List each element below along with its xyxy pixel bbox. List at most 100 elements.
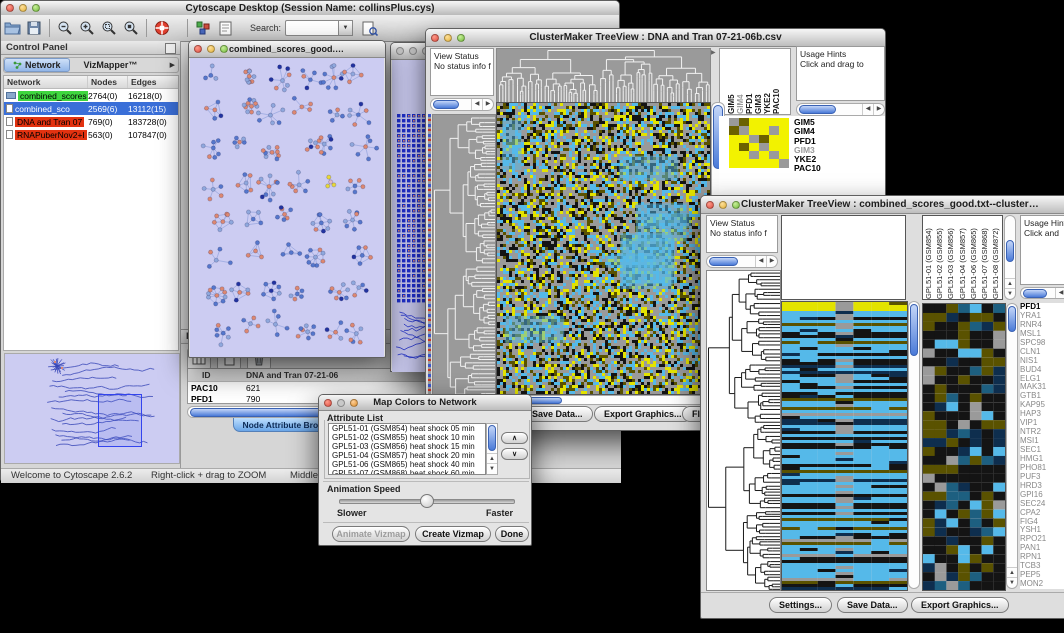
treeview2-titlebar[interactable]: ClusterMaker TreeView : combined_scores_… — [701, 196, 1064, 214]
matrix-cell[interactable] — [739, 151, 749, 159]
scroll-thumb[interactable] — [488, 425, 496, 451]
matrix-cell[interactable] — [739, 135, 749, 143]
matrix-cell[interactable] — [749, 151, 759, 159]
zoom-window-icon[interactable] — [32, 4, 40, 12]
tv1-status-hscrollbar[interactable]: ◀ ▶ — [430, 98, 494, 111]
slider-thumb[interactable] — [420, 494, 434, 508]
tv2-row-dendrogram[interactable] — [706, 270, 781, 591]
matrix-cell[interactable] — [739, 126, 749, 134]
matrix-cell[interactable] — [729, 143, 739, 151]
close-icon[interactable] — [431, 34, 439, 42]
matrix-cell[interactable] — [749, 143, 759, 151]
matrix-cell[interactable] — [739, 118, 749, 126]
scroll-right-icon[interactable]: ▶ — [766, 256, 777, 267]
attribute-list-item[interactable]: GPL51-04 (GSM857) heat shock 20 min — [329, 451, 485, 460]
zoom-fit-button[interactable] — [120, 18, 142, 38]
matrix-cell[interactable] — [769, 143, 779, 151]
matrix-cell[interactable] — [759, 143, 769, 151]
export-graphics-button[interactable]: Export Graphics... — [594, 406, 692, 422]
matrix-cell[interactable] — [779, 135, 789, 143]
network1-titlebar[interactable]: combined_scores_good.txt--cluste... — [189, 41, 385, 58]
scroll-down-icon[interactable]: ▼ — [487, 463, 497, 474]
matrix-cell[interactable] — [749, 135, 759, 143]
tv2-detail-heatmap[interactable] — [922, 303, 1006, 591]
matrix-cell[interactable] — [749, 126, 759, 134]
minimize-icon[interactable] — [337, 399, 345, 407]
vizmapper-shortcut-icon[interactable] — [192, 18, 214, 38]
scroll-left-icon[interactable]: ◀ — [755, 256, 766, 267]
matrix-cell[interactable] — [769, 151, 779, 159]
zoom-window-icon[interactable] — [457, 34, 465, 42]
advanced-search-icon[interactable] — [359, 18, 381, 38]
help-button[interactable] — [151, 18, 173, 38]
move-down-button[interactable]: ∨ — [501, 448, 528, 460]
col-edges[interactable]: Edges — [128, 76, 178, 88]
tv1-hints-hscrollbar[interactable]: ◀ ▶ — [796, 103, 885, 116]
tv1-dendro-arrows[interactable]: ▶ — [711, 49, 716, 56]
dialog-titlebar[interactable]: Map Colors to Network — [319, 395, 531, 411]
matrix-cell[interactable] — [729, 159, 739, 167]
minimize-icon[interactable] — [207, 45, 215, 53]
animate-vizmap-button[interactable]: Animate Vizmap — [332, 526, 410, 542]
matrix-cell[interactable] — [779, 151, 789, 159]
close-icon[interactable] — [706, 201, 714, 209]
matrix-cell[interactable] — [779, 118, 789, 126]
scroll-left-icon[interactable]: ◀ — [862, 104, 873, 115]
minimize-icon[interactable] — [19, 4, 27, 12]
export-graphics-button[interactable]: Export Graphics... — [911, 597, 1009, 613]
zoom-window-icon[interactable] — [350, 399, 358, 407]
move-up-button[interactable]: ∧ — [501, 432, 528, 444]
save-session-button[interactable] — [23, 18, 45, 38]
tv2-status-hscrollbar[interactable]: ◀ ▶ — [706, 255, 778, 268]
matrix-cell[interactable] — [779, 159, 789, 167]
col-attr[interactable]: DNA and Tran 07-21-06 — [240, 369, 338, 381]
search-dropdown-icon[interactable]: ▼ — [339, 20, 353, 36]
create-vizmap-button[interactable]: Create Vizmap — [415, 526, 491, 542]
col-nodes[interactable]: Nodes — [88, 76, 128, 88]
attribute-list-item[interactable]: GPL51-01 (GSM854) heat shock 05 min — [329, 424, 485, 433]
matrix-cell[interactable] — [729, 151, 739, 159]
close-icon[interactable] — [324, 399, 332, 407]
annotation-icon[interactable] — [214, 18, 236, 38]
attribute-list-item[interactable]: GPL51-03 (GSM856) heat shock 15 min — [329, 442, 485, 451]
network-list-row[interactable]: combined_sco2569(6)13112(15) — [4, 102, 178, 115]
matrix-cell[interactable] — [769, 118, 779, 126]
matrix-cell[interactable] — [749, 118, 759, 126]
matrix-cell[interactable] — [729, 118, 739, 126]
close-icon[interactable] — [396, 47, 404, 55]
col-id[interactable]: ID — [188, 369, 240, 381]
network-list-row[interactable]: RNAPuberNov2+I563(0)107847(0) — [4, 128, 178, 141]
matrix-cell[interactable] — [739, 159, 749, 167]
attribute-list-item[interactable]: GPL51-07 (GSM868) heat shock 60 min — [329, 469, 485, 475]
network-list-row[interactable]: combined_scores2764(0)16218(0) — [4, 89, 178, 102]
settings-button[interactable]: Settings... — [769, 597, 832, 613]
scroll-down-icon[interactable]: ▼ — [1007, 577, 1017, 588]
tv2-heatmap-vscrollbar[interactable] — [908, 301, 920, 589]
scroll-thumb[interactable] — [1023, 289, 1047, 298]
network-list-row[interactable]: DNA and Tran 07769(0)183728(0) — [4, 115, 178, 128]
save-data-button[interactable]: Save Data... — [837, 597, 908, 613]
scroll-thumb[interactable] — [1006, 240, 1014, 262]
float-panel-icon[interactable] — [165, 43, 176, 54]
treeview1-titlebar[interactable]: ClusterMaker TreeView : DNA and Tran 07-… — [426, 29, 885, 47]
scroll-down-icon[interactable]: ▼ — [1005, 288, 1015, 299]
attribute-list-vscrollbar[interactable]: ▲ ▼ — [486, 423, 498, 475]
zoom-selected-button[interactable] — [98, 18, 120, 38]
network-overview-thumbnail[interactable] — [4, 353, 180, 464]
matrix-cell[interactable] — [759, 151, 769, 159]
matrix-cell[interactable] — [759, 159, 769, 167]
matrix-cell[interactable] — [769, 135, 779, 143]
scroll-thumb[interactable] — [709, 257, 738, 266]
scroll-thumb[interactable] — [910, 304, 918, 356]
matrix-cell[interactable] — [759, 118, 769, 126]
tv1-row-dendrogram[interactable] — [432, 114, 496, 403]
matrix-cell[interactable] — [729, 126, 739, 134]
matrix-cell[interactable] — [729, 135, 739, 143]
zoom-window-icon[interactable] — [732, 201, 740, 209]
save-data-button[interactable]: Save Data... — [522, 406, 593, 422]
matrix-cell[interactable] — [739, 143, 749, 151]
open-session-button[interactable] — [1, 18, 23, 38]
scroll-left-icon[interactable]: ◀ — [471, 99, 482, 110]
scroll-thumb[interactable] — [433, 100, 459, 109]
close-icon[interactable] — [194, 45, 202, 53]
